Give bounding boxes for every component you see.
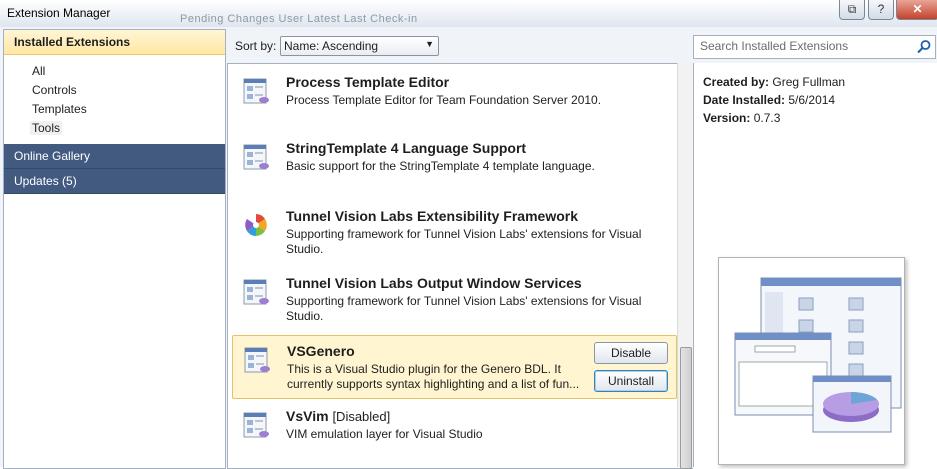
details-pane: Created by: Greg Fullman Date Installed:… bbox=[693, 63, 937, 467]
extension-list: Process Template Editor Process Template… bbox=[227, 63, 693, 469]
close-icon: ✕ bbox=[912, 2, 923, 16]
extension-name: Tunnel Vision Labs Extensibility Framewo… bbox=[286, 208, 578, 224]
online-gallery-label: Online Gallery bbox=[14, 149, 91, 163]
extension-name: StringTemplate 4 Language Support bbox=[286, 140, 527, 156]
extension-item-tvl-extensibility[interactable]: Tunnel Vision Labs Extensibility Framewo… bbox=[228, 201, 678, 263]
extension-name-text: VsVim bbox=[286, 408, 329, 424]
search-input[interactable] bbox=[694, 36, 915, 56]
sidebar: Installed Extensions All Controls Templa… bbox=[3, 29, 226, 469]
extension-item-stringtemplate[interactable]: StringTemplate 4 Language Support Basic … bbox=[228, 133, 678, 195]
sidebar-header-installed[interactable]: Installed Extensions bbox=[4, 30, 225, 55]
extension-item-tvl-output-window[interactable]: Tunnel Vision Labs Output Window Service… bbox=[228, 268, 678, 330]
category-all[interactable]: All bbox=[32, 64, 45, 78]
preview-illustration bbox=[734, 277, 902, 433]
search-icon[interactable] bbox=[916, 39, 932, 55]
extension-description: Basic support for the StringTemplate 4 t… bbox=[286, 159, 595, 173]
sort-dropdown[interactable]: Name: Ascending ▼ bbox=[280, 36, 439, 56]
extension-name: Tunnel Vision Labs Output Window Service… bbox=[286, 275, 582, 291]
date-installed-row: Date Installed: 5/6/2014 bbox=[703, 93, 835, 107]
title-bar: Extension Manager Pending Changes User L… bbox=[0, 0, 937, 28]
template-icon bbox=[243, 78, 269, 104]
template-icon bbox=[243, 412, 269, 438]
sidebar-header-label: Installed Extensions bbox=[14, 35, 131, 49]
extension-item-vsgenero[interactable]: VSGenero This is a Visual Studio plugin … bbox=[232, 335, 677, 399]
sidebar-updates[interactable]: Updates (5) bbox=[4, 169, 225, 194]
window-title: Extension Manager bbox=[7, 6, 111, 20]
close-button[interactable]: ✕ bbox=[896, 0, 937, 20]
extension-name: VsVim [Disabled] bbox=[286, 408, 390, 424]
disable-button[interactable]: Disable bbox=[594, 342, 668, 364]
help-icon: ? bbox=[877, 2, 885, 16]
extension-item-process-template-editor[interactable]: Process Template Editor Process Template… bbox=[228, 67, 678, 129]
list-scrollbar[interactable] bbox=[677, 63, 693, 469]
restore-icon: ⧉ bbox=[847, 2, 857, 16]
extension-preview-image bbox=[718, 257, 905, 465]
background-tabs-text: Pending Changes User Latest Last Check-i… bbox=[180, 13, 418, 25]
extension-name: Process Template Editor bbox=[286, 74, 450, 90]
search-box bbox=[693, 35, 936, 59]
template-icon bbox=[244, 347, 270, 373]
extension-status: [Disabled] bbox=[332, 409, 391, 424]
date-installed-label: Date Installed: bbox=[703, 93, 786, 107]
chevron-down-icon: ▼ bbox=[425, 39, 434, 49]
sort-value: Name: Ascending bbox=[284, 39, 379, 53]
help-button[interactable]: ? bbox=[868, 0, 894, 20]
extension-description: This is a Visual Studio plugin for the G… bbox=[287, 362, 580, 391]
created-by-value: Greg Fullman bbox=[772, 75, 846, 89]
scrollbar-thumb[interactable] bbox=[680, 347, 692, 469]
version-value: 0.7.3 bbox=[753, 111, 781, 125]
created-by-label: Created by: bbox=[703, 75, 770, 89]
extension-description: Supporting framework for Tunnel Vision L… bbox=[286, 294, 642, 323]
category-templates[interactable]: Templates bbox=[32, 102, 87, 116]
version-row: Version: 0.7.3 bbox=[703, 111, 780, 125]
uninstall-button[interactable]: Uninstall bbox=[594, 370, 668, 392]
pinwheel-icon bbox=[245, 214, 267, 236]
extension-description: Supporting framework for Tunnel Vision L… bbox=[286, 227, 642, 256]
sort-label: Sort by: bbox=[235, 39, 277, 53]
extension-description: VIM emulation layer for Visual Studio bbox=[286, 427, 483, 441]
extension-item-vsvim[interactable]: VsVim [Disabled] VIM emulation layer for… bbox=[228, 401, 678, 463]
sidebar-online-gallery[interactable]: Online Gallery bbox=[4, 144, 225, 169]
version-label: Version: bbox=[703, 111, 751, 125]
category-tools[interactable]: Tools bbox=[30, 121, 63, 135]
date-installed-value: 5/6/2014 bbox=[788, 93, 836, 107]
template-icon bbox=[243, 279, 269, 305]
category-controls[interactable]: Controls bbox=[32, 83, 77, 97]
extension-name: VSGenero bbox=[287, 343, 355, 359]
created-by-row: Created by: Greg Fullman bbox=[703, 75, 845, 89]
updates-label: Updates (5) bbox=[14, 174, 77, 188]
extension-description: Process Template Editor for Team Foundat… bbox=[286, 93, 602, 107]
template-icon bbox=[243, 144, 269, 170]
restore-button[interactable]: ⧉ bbox=[839, 0, 865, 20]
